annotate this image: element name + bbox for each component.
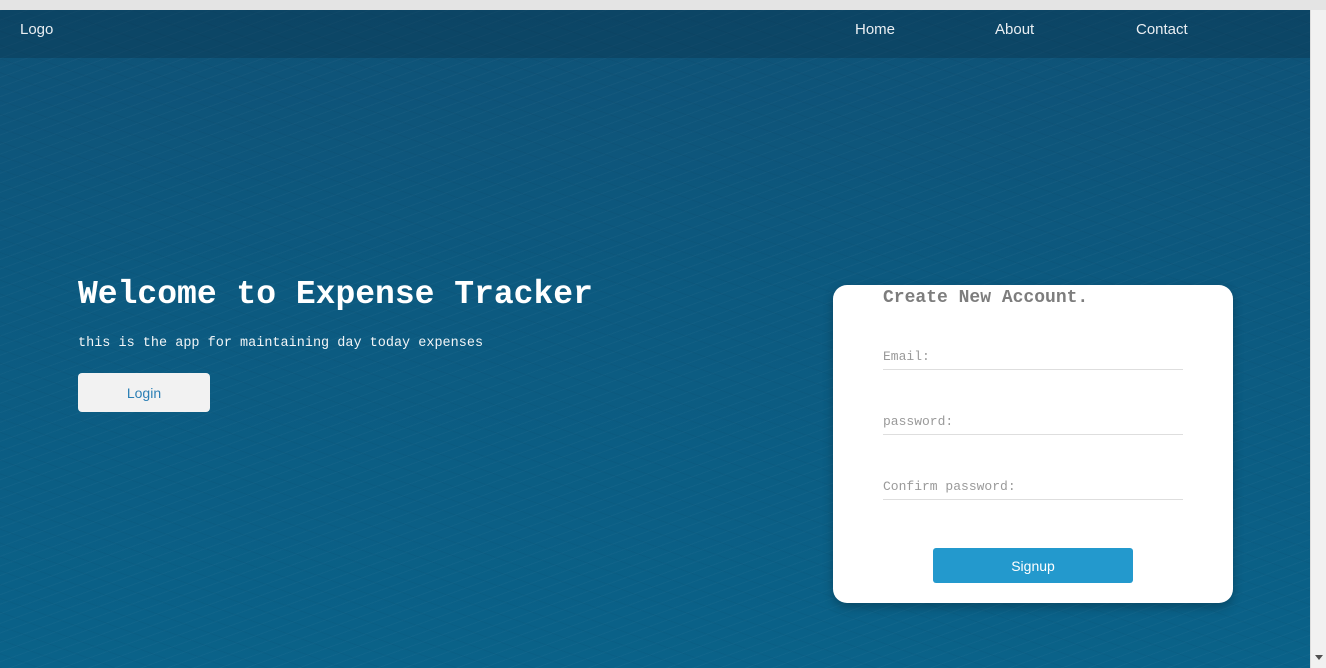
signup-card-title: Create New Account. — [883, 288, 1089, 308]
nav-link-home[interactable]: Home — [855, 21, 895, 38]
navbar: Logo Home About Contact — [0, 10, 1310, 58]
vertical-scrollbar[interactable] — [1310, 10, 1326, 668]
email-field[interactable] — [883, 343, 1183, 370]
signup-card: Create New Account. Signup — [833, 285, 1233, 603]
scroll-down-arrow-icon[interactable] — [1315, 655, 1323, 660]
hero-title: Welcome to Expense Tracker — [78, 276, 593, 313]
browser-top-strip — [0, 0, 1326, 10]
logo-link[interactable]: Logo — [20, 21, 53, 38]
nav-link-about[interactable]: About — [995, 21, 1034, 38]
login-button[interactable]: Login — [78, 373, 210, 412]
password-field[interactable] — [883, 408, 1183, 435]
signup-button[interactable]: Signup — [933, 548, 1133, 583]
page-background: Logo Home About Contact Welcome to Expen… — [0, 10, 1310, 668]
confirm-password-field[interactable] — [883, 473, 1183, 500]
hero-subtitle: this is the app for maintaining day toda… — [78, 336, 484, 351]
nav-link-contact[interactable]: Contact — [1136, 21, 1188, 38]
